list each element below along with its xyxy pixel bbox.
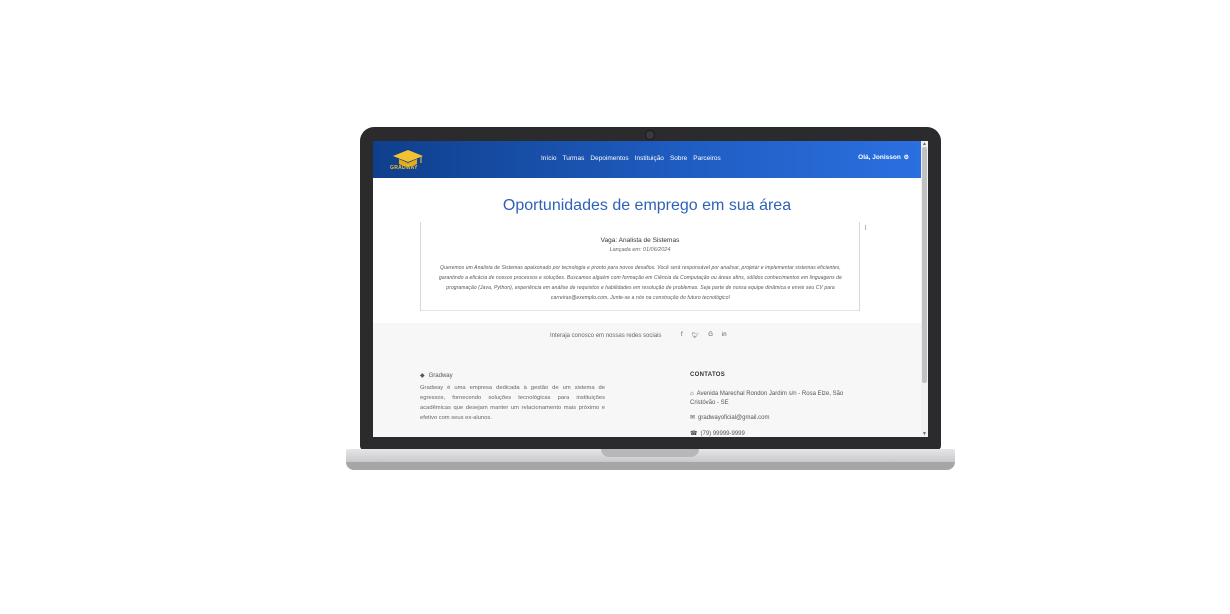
address-text: Avenida Marechal Rondon Jardim s/n - Ros… xyxy=(690,391,844,406)
home-icon: ⌂ xyxy=(690,391,694,397)
gem-icon: ◆ xyxy=(420,373,425,379)
footer-about: Gradway é uma empresa dedicada à gestão … xyxy=(420,385,605,421)
contact-address: ⌂ Avenida Marechal Rondon Jardim s/n - Ro… xyxy=(690,390,865,408)
job-title: Vaga: Analista de Sistemas xyxy=(600,237,680,244)
logo-text: GRADWAY xyxy=(390,165,418,171)
nav-link-instituicao[interactable]: Instituição xyxy=(635,155,664,162)
job-description: Queremos um Analista de Sistemas apaixon… xyxy=(438,265,843,301)
user-menu[interactable]: Olá, Jonisson ⚙ xyxy=(858,154,909,161)
browser-viewport: GRADWAY Início Turmas Depoimentos Instit… xyxy=(373,141,928,437)
scrollbar-thumb[interactable] xyxy=(922,147,927,383)
contact-phone: ☎ (79) 99999-9999 xyxy=(690,430,865,437)
footer-brand: ◆ Gradway xyxy=(420,372,453,379)
envelope-icon: ✉ xyxy=(690,415,696,421)
social-text: Interaja conosco em nossas redes sociais xyxy=(550,333,662,339)
footer-brand-name: Gradway xyxy=(428,373,453,379)
nav-link-parceiros[interactable]: Parceiros xyxy=(693,155,720,162)
job-date: Lançada em: 01/06/2024 xyxy=(609,247,671,253)
nav-link-sobre[interactable]: Sobre xyxy=(670,155,687,162)
gear-icon[interactable]: ⚙ xyxy=(904,154,909,161)
footer: Interaja conosco em nossas redes sociais… xyxy=(373,323,921,437)
card-edge-marker: | xyxy=(865,225,867,231)
contacts-title: CONTATOS xyxy=(690,372,726,378)
phone-icon: ☎ xyxy=(690,431,698,437)
laptop-notch xyxy=(601,449,699,457)
nav-link-turmas[interactable]: Turmas xyxy=(563,155,585,162)
user-greeting: Olá, Jonisson xyxy=(858,154,901,161)
nav-link-depoimentos[interactable]: Depoimentos xyxy=(590,155,628,162)
job-card: Vaga: Analista de Sistemas Lançada em: 0… xyxy=(420,222,860,311)
phone-text: (79) 99999-9999 xyxy=(700,431,745,437)
camera-icon xyxy=(645,130,655,140)
nav-link-inicio[interactable]: Início xyxy=(541,155,557,162)
laptop-base-edge xyxy=(346,462,955,470)
facebook-icon[interactable]: f xyxy=(681,332,683,339)
nav-links: Início Turmas Depoimentos Instituição So… xyxy=(541,155,721,162)
scrollbar[interactable]: ▲ ▼ xyxy=(921,141,928,437)
linkedin-icon[interactable]: in xyxy=(722,332,727,339)
email-text: gradwayoficial@gmail.com xyxy=(698,415,770,421)
google-icon[interactable]: G xyxy=(708,332,713,339)
social-icons: f 🐦︎ G in xyxy=(681,332,727,339)
scroll-down-arrow-icon[interactable]: ▼ xyxy=(922,431,927,437)
navbar: GRADWAY Início Turmas Depoimentos Instit… xyxy=(373,141,921,178)
twitter-icon[interactable]: 🐦︎ xyxy=(692,332,700,339)
contact-email[interactable]: ✉ gradwayoficial@gmail.com xyxy=(690,414,865,423)
page-title: Oportunidades de emprego em sua área xyxy=(502,197,792,214)
